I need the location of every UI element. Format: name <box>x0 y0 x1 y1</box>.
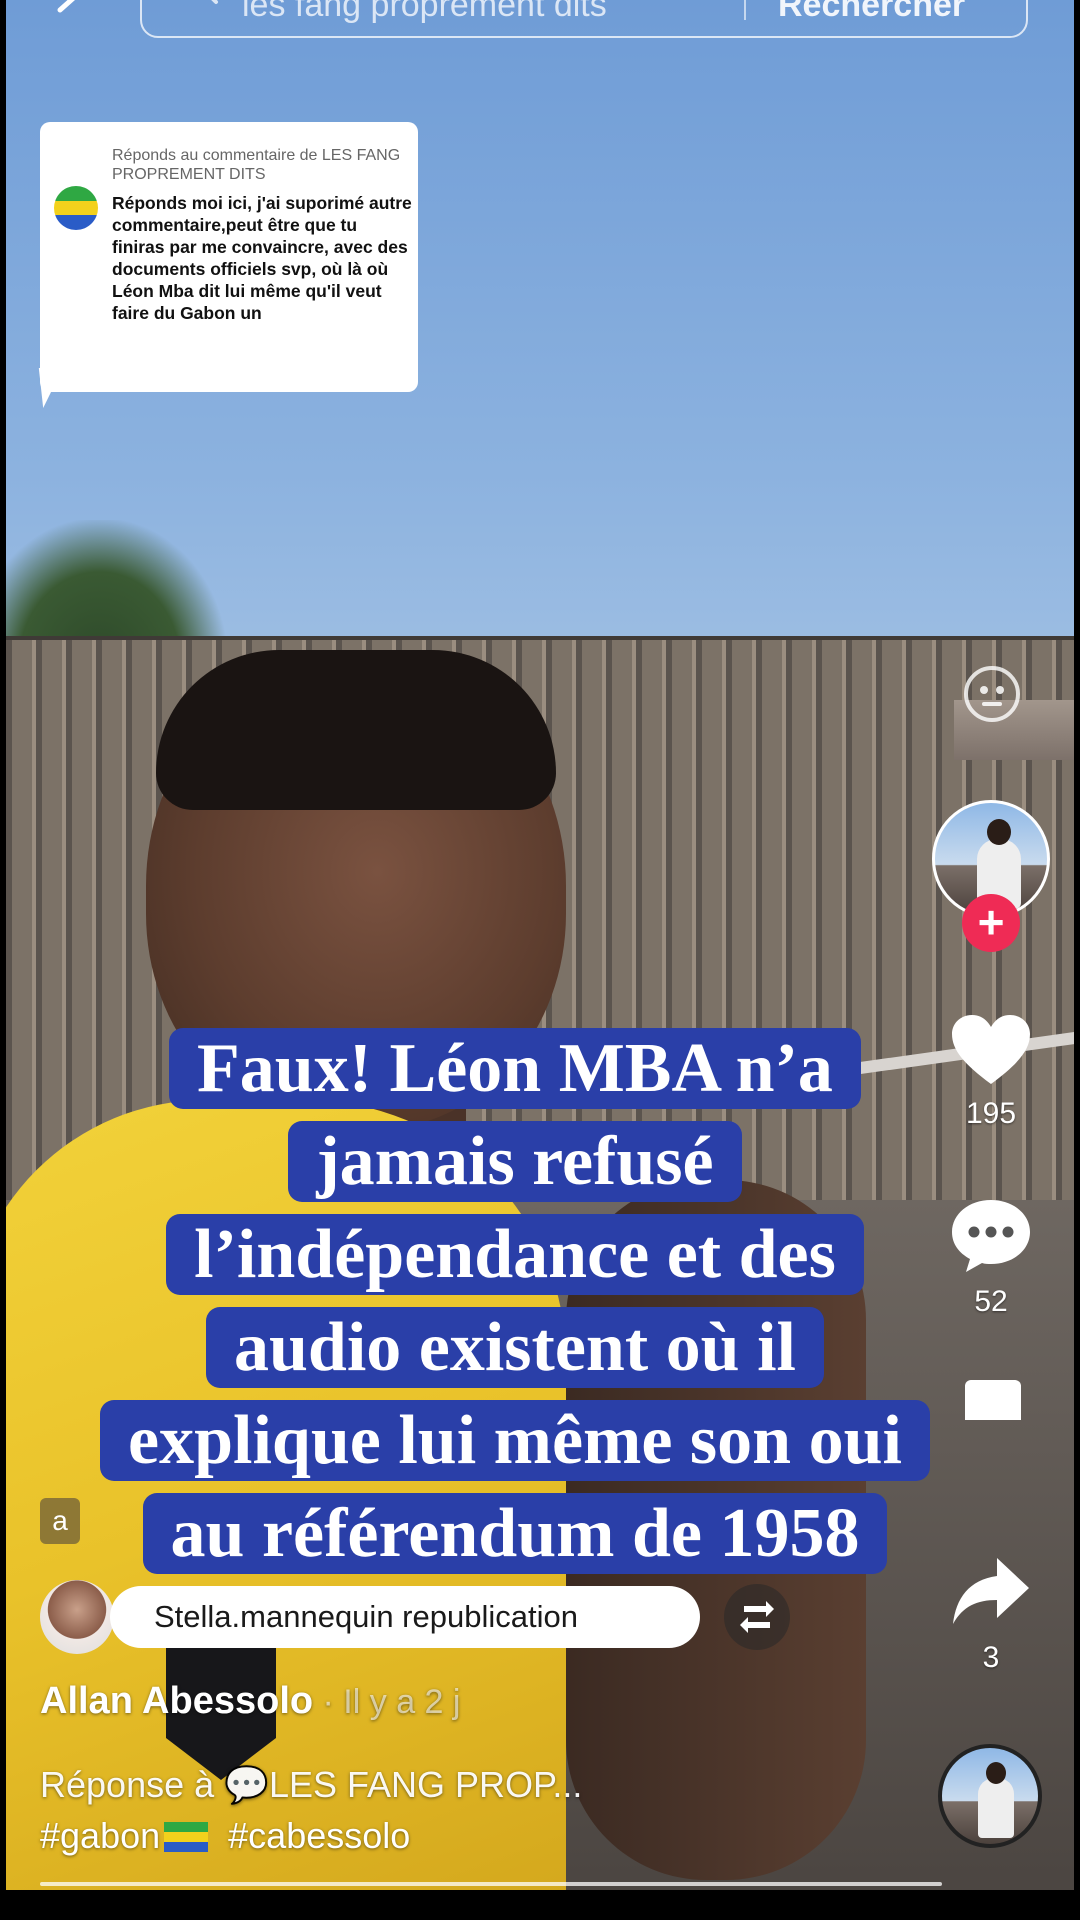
share-button[interactable]: 3 <box>948 1554 1034 1675</box>
reposter-avatar[interactable] <box>40 1580 114 1654</box>
hidden-chip[interactable]: a <box>40 1498 80 1544</box>
comment-count: 52 <box>974 1285 1008 1318</box>
author-line[interactable]: Allan Abessolo · Il y a 2 j <box>40 1680 460 1723</box>
search-divider <box>744 0 746 20</box>
repost-pill[interactable]: Stella.mannequin republication <box>110 1586 700 1648</box>
heart-icon <box>952 1015 1030 1084</box>
effect-face-icon[interactable] <box>962 664 1022 724</box>
right-edge <box>1074 0 1080 1920</box>
bookmark-icon[interactable] <box>965 1380 1021 1420</box>
reply-comment-card[interactable]: Réponds au commentaire de LES FANG PROPR… <box>40 122 418 392</box>
bottom-bar <box>0 1890 1080 1920</box>
hashtag-cabessolo[interactable]: #cabessolo <box>228 1815 410 1856</box>
follow-plus-button[interactable]: + <box>962 894 1020 952</box>
reply-to-line[interactable]: Réponse à 💬LES FANG PROP... <box>40 1764 582 1806</box>
post-age: · Il y a 2 j <box>313 1683 461 1721</box>
commenter-avatar <box>54 186 98 230</box>
sound-disc[interactable] <box>938 1744 1042 1848</box>
gabon-flag-avatar-icon <box>54 186 98 230</box>
person-hair <box>156 650 556 810</box>
author-name[interactable]: Allan Abessolo <box>40 1680 313 1722</box>
back-arrow-icon[interactable] <box>52 0 82 18</box>
comment-button[interactable]: 52 <box>948 1198 1034 1319</box>
repost-button[interactable] <box>724 1584 790 1650</box>
video-caption: Faux! Léon MBA n’a jamais refusé l’indép… <box>30 1022 1000 1580</box>
hashtag-gabon[interactable]: #gabon <box>40 1815 160 1856</box>
disc-figure <box>978 1762 1014 1838</box>
search-icon <box>211 0 218 4</box>
caption-line: audio existent où il <box>205 1307 825 1388</box>
video-progress-bar[interactable] <box>40 1882 942 1886</box>
comment-bubble-icon <box>952 1200 1030 1272</box>
caption-line: l’indépendance et des <box>166 1214 864 1295</box>
caption-line: Faux! Léon MBA n’a <box>169 1028 861 1109</box>
reply-card-body: Réponds moi ici, j'ai suporimé autre com… <box>112 193 412 323</box>
left-edge <box>0 0 6 1920</box>
like-button[interactable]: 195 <box>948 1014 1034 1131</box>
share-arrow-icon <box>953 1558 1029 1624</box>
repost-label: Stella.mannequin republication <box>154 1599 578 1634</box>
search-query[interactable]: les fang proprement dits <box>242 0 607 25</box>
share-count: 3 <box>982 1641 1000 1674</box>
search-bar[interactable]: les fang proprement dits Rechercher <box>140 0 1028 38</box>
caption-line: jamais refusé <box>288 1121 742 1202</box>
hashtags: #gabon #cabessolo <box>40 1815 410 1857</box>
caption-line: explique lui même son oui <box>100 1400 930 1481</box>
search-button[interactable]: Rechercher <box>778 0 965 25</box>
caption-line: au référendum de 1958 <box>142 1493 888 1574</box>
repost-icon <box>740 1601 774 1633</box>
like-count: 195 <box>965 1097 1017 1130</box>
video-screen[interactable]: les fang proprement dits Rechercher Répo… <box>0 0 1080 1920</box>
gabon-flag-icon <box>164 1822 209 1852</box>
reply-card-header: Réponds au commentaire de LES FANG PROPR… <box>112 147 401 183</box>
